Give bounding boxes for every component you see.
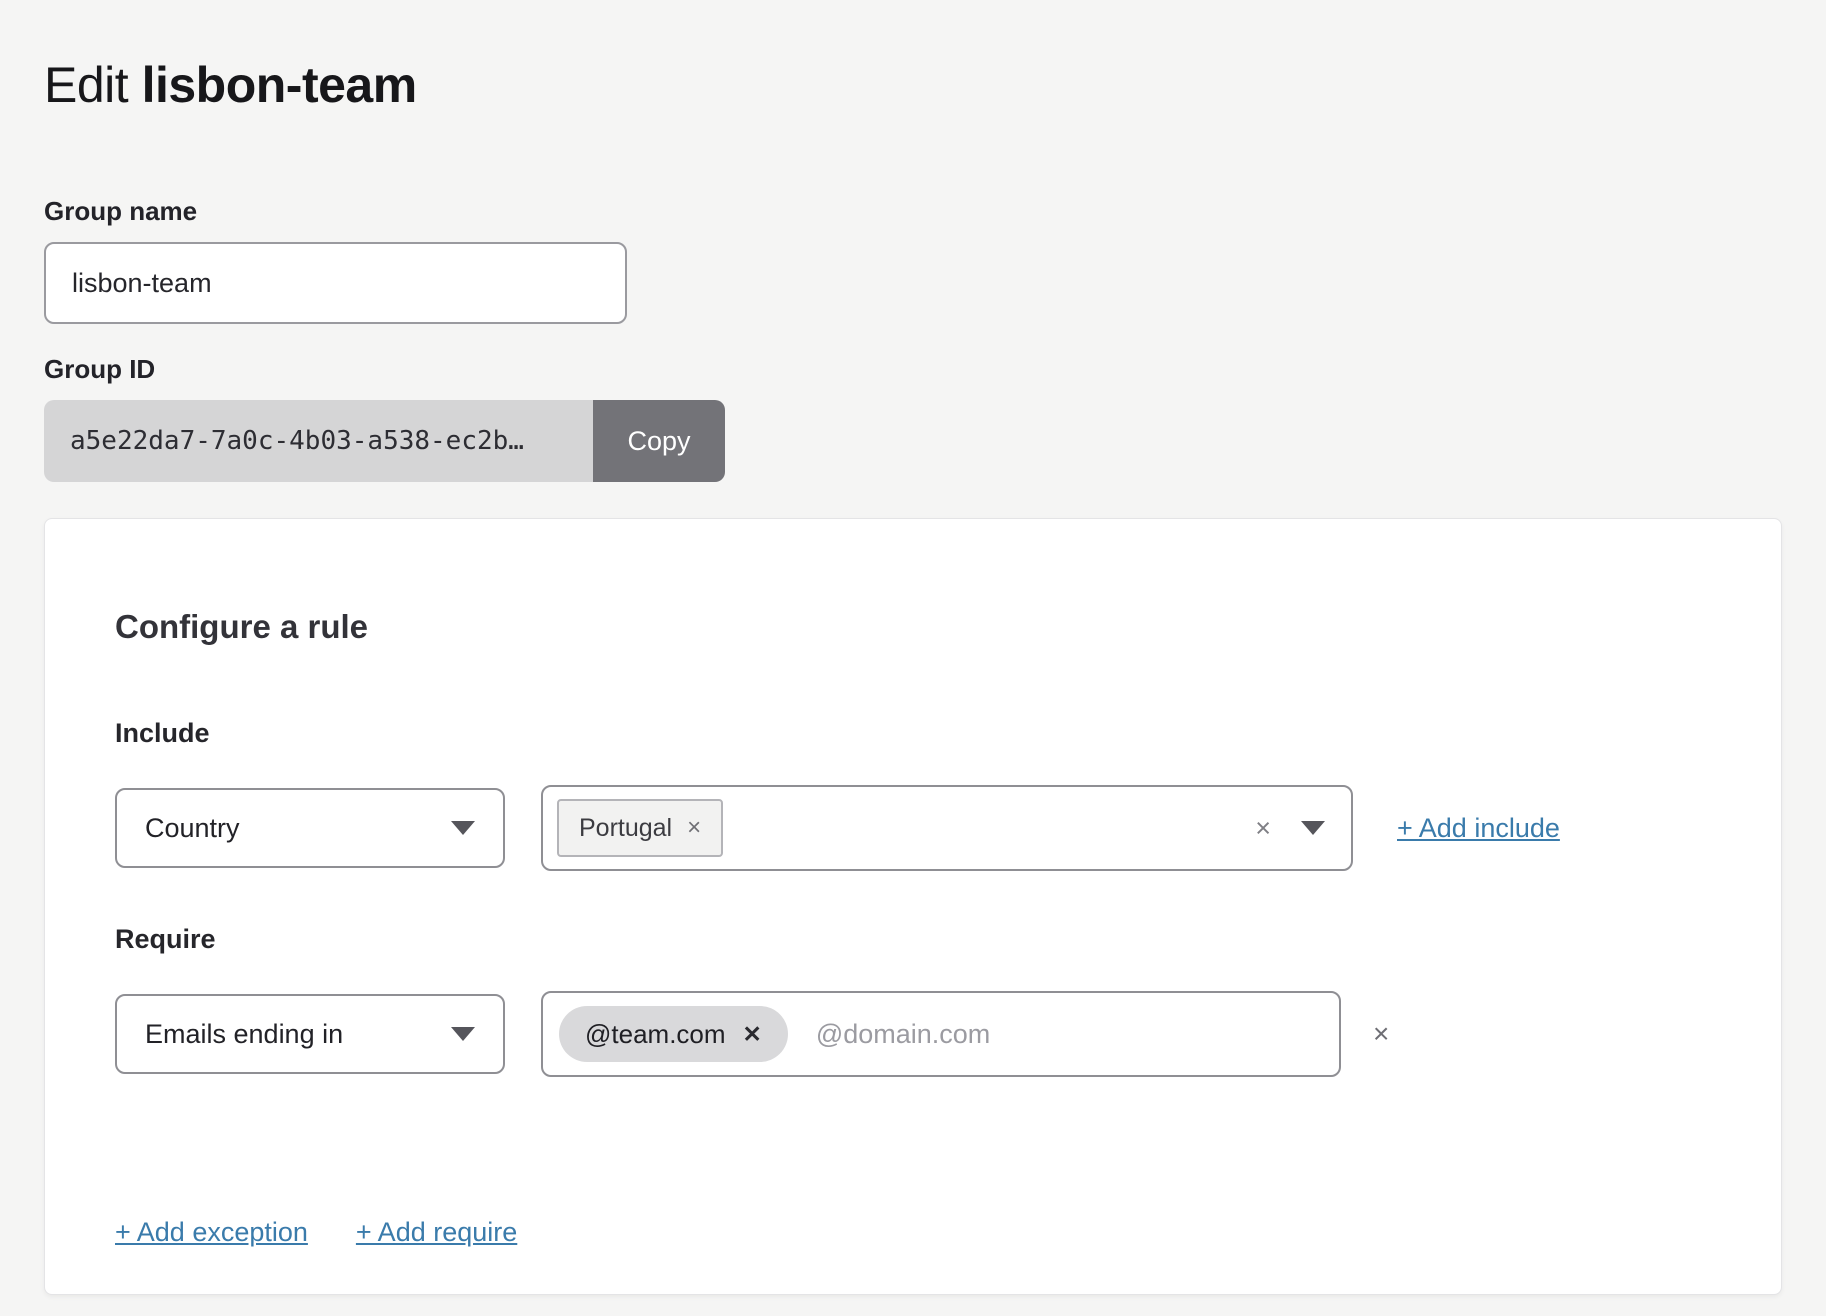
include-row: Country Portugal × × + Add include xyxy=(115,785,1711,871)
include-tag-portugal: Portugal × xyxy=(557,799,723,857)
group-name-field: Group name xyxy=(44,196,1782,324)
page-title: Edit lisbon-team xyxy=(44,56,1782,114)
require-value-input-box[interactable]: @team.com ✕ xyxy=(541,991,1341,1077)
rule-card-heading: Configure a rule xyxy=(115,607,1711,646)
copy-button[interactable]: Copy xyxy=(593,400,725,482)
add-include-link[interactable]: + Add include xyxy=(1397,813,1560,844)
add-exception-link[interactable]: + Add exception xyxy=(115,1217,308,1248)
require-label: Require xyxy=(115,924,1711,955)
chevron-down-icon xyxy=(451,1027,475,1041)
include-value-multiselect[interactable]: Portugal × × xyxy=(541,785,1353,871)
group-id-value: a5e22da7-7a0c-4b03-a538-ec2b… xyxy=(44,400,593,482)
chevron-down-icon xyxy=(1301,821,1325,835)
require-tag-team-com: @team.com ✕ xyxy=(559,1006,788,1062)
include-label: Include xyxy=(115,718,1711,749)
page-title-group-name: lisbon-team xyxy=(142,57,417,113)
require-selector-dropdown[interactable]: Emails ending in xyxy=(115,994,505,1074)
require-selector-value: Emails ending in xyxy=(145,1019,343,1050)
group-name-input[interactable] xyxy=(44,242,627,324)
remove-rule-icon[interactable]: × xyxy=(1373,1020,1389,1048)
group-id-widget: a5e22da7-7a0c-4b03-a538-ec2b… Copy xyxy=(44,400,725,482)
chevron-down-icon xyxy=(451,821,475,835)
include-tag-label: Portugal xyxy=(579,814,672,843)
group-name-label: Group name xyxy=(44,196,1782,227)
page-title-prefix: Edit xyxy=(44,57,128,113)
remove-tag-icon[interactable]: ✕ xyxy=(743,1023,762,1046)
edit-group-page: Edit lisbon-team Group name Group ID a5e… xyxy=(0,0,1826,1316)
group-id-field: Group ID a5e22da7-7a0c-4b03-a538-ec2b… C… xyxy=(44,354,1782,482)
multiselect-controls: × xyxy=(1255,815,1325,842)
remove-tag-icon[interactable]: × xyxy=(687,816,701,840)
clear-selection-icon[interactable]: × xyxy=(1255,815,1271,842)
require-row: Emails ending in @team.com ✕ × xyxy=(115,991,1711,1077)
include-selector-value: Country xyxy=(145,813,240,844)
require-tag-label: @team.com xyxy=(585,1019,726,1050)
include-selector-dropdown[interactable]: Country xyxy=(115,788,505,868)
rule-links-row: + Add exception + Add require xyxy=(115,1217,1711,1248)
group-id-label: Group ID xyxy=(44,354,1782,385)
rule-card: Configure a rule Include Country Portuga… xyxy=(44,518,1782,1295)
add-require-link[interactable]: + Add require xyxy=(356,1217,517,1248)
require-email-input[interactable] xyxy=(814,1018,1319,1051)
